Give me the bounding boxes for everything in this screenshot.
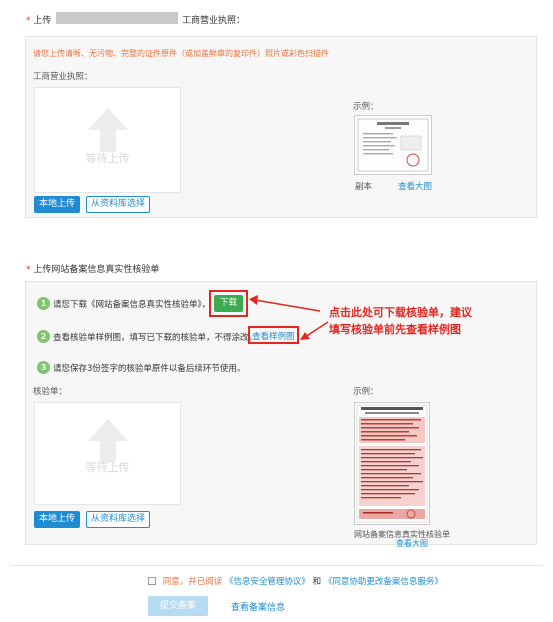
agreement-link-2[interactable]: 《同意协助更改备案信息服务》 bbox=[324, 577, 443, 587]
step-1-text: 请您下载《网站备案信息真实性核验单》， bbox=[53, 300, 211, 310]
step-3-text: 请您保存3份签字的核验单原件以备后续环节使用。 bbox=[53, 364, 246, 374]
upload-notice: 请您上传清晰、无污物、完整的证件原件（或加盖鲜章的复印件）照片或彩色扫描件 bbox=[33, 49, 329, 58]
select-from-library-button[interactable]: 从资料库选择 bbox=[86, 196, 150, 213]
field-label: 工商营业执照： bbox=[33, 72, 93, 82]
upload-preview-area[interactable]: 等待上传 bbox=[34, 87, 181, 193]
required-mark: * bbox=[26, 265, 31, 275]
step-2-text: 查看核验单样例图，填写已下载的核验单，不得涂改。 bbox=[53, 333, 258, 343]
agreement-link-1[interactable]: 《信息安全管理协议》 bbox=[225, 577, 310, 587]
example-label: 示例： bbox=[353, 387, 379, 397]
local-upload-button[interactable]: 本地上传 bbox=[34, 511, 80, 528]
select-from-library-button[interactable]: 从资料库选择 bbox=[86, 511, 150, 528]
download-button[interactable]: 下载 bbox=[214, 295, 243, 312]
example-label: 示例： bbox=[353, 102, 379, 112]
section1-title-suffix: 工商营业执照： bbox=[182, 16, 246, 26]
view-sample-link[interactable]: 查看样例图 bbox=[252, 330, 295, 342]
annotation-text-line1: 点击此处可下载核验单，建议 bbox=[329, 306, 472, 319]
license-thumbnail-icon bbox=[357, 118, 429, 172]
waiting-upload-text: 等待上传 bbox=[85, 461, 130, 474]
verification-form-thumbnail-icon bbox=[356, 404, 428, 523]
waiting-upload-text: 等待上传 bbox=[85, 152, 130, 165]
section1-title-prefix: 上传 bbox=[33, 16, 52, 26]
submit-filing-button[interactable]: 提交备案 bbox=[148, 596, 208, 616]
step-2-badge: 2 bbox=[37, 330, 50, 343]
view-filing-info-link[interactable]: 查看备案信息 bbox=[231, 600, 285, 613]
step-3-badge: 3 bbox=[37, 361, 50, 374]
verification-form-sample-image[interactable] bbox=[354, 402, 430, 525]
sample-caption: 副本 bbox=[355, 182, 373, 192]
local-upload-button[interactable]: 本地上传 bbox=[34, 196, 80, 213]
upload-arrow-icon bbox=[87, 108, 128, 152]
agreement-row: 同意，并已阅读 《信息安全管理协议》 和 《同意协助更改备案信息服务》 bbox=[148, 575, 443, 587]
upload-preview-area[interactable]: 等待上传 bbox=[34, 402, 181, 505]
agree-checkbox[interactable] bbox=[148, 577, 156, 585]
section1-title: * 上传 bbox=[26, 13, 51, 26]
section1-panel: 请您上传清晰、无污物、完整的证件原件（或加盖鲜章的复印件）照片或彩色扫描件 工商… bbox=[25, 36, 537, 218]
agree-prefix-text: 同意，并已阅读 bbox=[162, 577, 223, 587]
step-1-badge: 1 bbox=[37, 297, 50, 310]
and-text: 和 bbox=[312, 577, 322, 587]
view-large-image-link[interactable]: 查看大图 bbox=[396, 538, 428, 549]
redacted-company-name bbox=[56, 12, 178, 24]
view-large-image-link[interactable]: 查看大图 bbox=[398, 180, 432, 192]
upload-arrow-icon bbox=[87, 419, 128, 463]
required-mark: * bbox=[26, 16, 31, 26]
footer-divider bbox=[10, 565, 543, 566]
field-label: 核验单： bbox=[33, 387, 68, 397]
business-license-sample-image[interactable] bbox=[354, 115, 432, 175]
annotation-text-line2: 填写核验单前先查看样例图 bbox=[329, 323, 461, 336]
section2-title-text: 上传网站备案信息真实性核验单 bbox=[33, 265, 160, 275]
section2-title: * 上传网站备案信息真实性核验单 bbox=[26, 262, 159, 275]
